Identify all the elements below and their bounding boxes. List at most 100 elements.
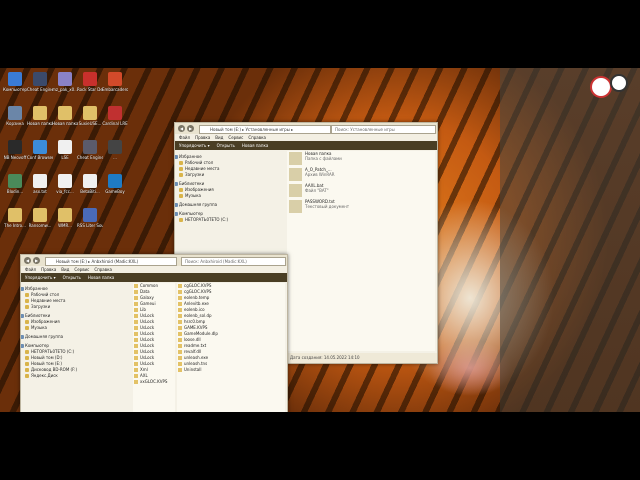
menu-file[interactable]: Файл [25,267,36,272]
explorer-window-game-folder[interactable]: ◀ ▶ Новый том (E:) ▸ Anbxhiroid (Madic:K… [20,254,288,412]
desktop-icon[interactable]: WMR... [52,208,78,228]
menu-edit[interactable]: Правка [41,267,56,272]
desktop-icon[interactable]: Новая папка [27,106,53,126]
desktop-icon-label: RSS Liter Soundtrack [77,223,103,228]
desktop-icon[interactable]: via_fcc... [52,174,78,194]
search-input[interactable]: Поиск: Установленные игры [331,125,436,134]
desktop-icon[interactable]: SuxieUSE... [77,106,103,126]
back-button[interactable]: ◀ [24,257,31,264]
desktop-icon[interactable]: Ransomw... [27,208,53,228]
file-list: Новая папка Папка с файлами A_O_Patch_... А… [287,151,435,351]
forward-button[interactable]: ▶ [187,125,194,132]
desktop-icon[interactable]: Cheat Engine [77,140,103,160]
desktop-icon[interactable]: ... [102,140,128,160]
menu-help[interactable]: Справка [248,135,266,140]
organize-button[interactable]: Упорядочить ▾ [179,143,210,148]
nav-item[interactable]: Загрузки [21,304,131,310]
address-bar[interactable]: Новый том (E:) ▸ Установленные игры ▸ [199,125,331,134]
desktop-icon[interactable]: Embarcadero Dev-C++ [102,72,128,92]
desktop-icon-image-icon [33,106,47,120]
file-item[interactable]: Uninstall [177,367,285,373]
desktop-icon-label: NB Neovoff [3,155,27,160]
desktop-icon[interactable]: NB Neovoff [2,140,28,160]
file-icon [289,184,302,197]
desktop-icon-label: asx.txt [33,189,47,194]
desktop-icon-label: via_fcc... [56,189,74,194]
search-input[interactable]: Поиск: Anbxhiroid (Madic:KXL) [181,257,286,266]
desktop-icon[interactable]: Компьютер [2,72,28,92]
nav-item[interactable]: Загрузки [175,172,285,178]
desktop-icon-image-icon [58,106,72,120]
desktop-icon-image-icon [8,174,22,188]
desktop-icon[interactable]: GameBoy [102,174,128,194]
desktop-icon-image-icon [58,72,72,86]
system-widget[interactable] [590,74,630,102]
file-icon [289,168,302,181]
back-button[interactable]: ◀ [178,125,185,132]
nav-item[interactable]: Домашняя группа [175,202,285,208]
open-button[interactable]: Открыть [63,275,81,280]
forward-button[interactable]: ▶ [33,257,40,264]
menu-view[interactable]: Вид [215,135,223,140]
menu-tools[interactable]: Сервис [228,135,243,140]
menu-edit[interactable]: Правка [195,135,210,140]
desktop-icon-label: The Intro... [4,223,26,228]
desktop-icon[interactable]: Blodin... [2,174,28,194]
nav-item[interactable]: НЕТОРАТЬ0ТЕТО (C:) [175,217,285,223]
desktop-icon-label: Embarcadero Dev-C++ [102,87,128,92]
desktop-icon[interactable]: Корзина [2,106,28,126]
desktop-wallpaper: КомпьютерCheat Engine.exemz_pak_x0...Roc… [0,68,640,412]
desktop-icon-label: LSE [61,155,69,160]
desktop-icon-image-icon [8,106,22,120]
menu-file[interactable]: Файл [179,135,190,140]
desktop-icon-image-icon [83,140,97,154]
nav-item[interactable]: Музыка [21,325,131,331]
desktop-icon[interactable]: LSE [52,140,78,160]
desktop-icon[interactable]: asx.txt [27,174,53,194]
file-item[interactable]: AAXL.bat Файл "BAT" [287,183,435,199]
desktop-icon-image-icon [33,174,47,188]
new-folder-button[interactable]: Новая папка [242,143,269,148]
file-list-column-1: Common Data Galaxy Gameui Lib UsLock UsLock UsL… [133,283,175,412]
desktop-icon-label: ... [113,155,117,160]
desktop-icon-image-icon [83,208,97,222]
desktop-icon[interactable]: Rock Star Dev-C++ [77,72,103,92]
nav-item[interactable]: Музыка [175,193,285,199]
file-item[interactable]: xxGLOC.KVPS [133,379,175,385]
new-folder-button[interactable]: Новая папка [88,275,115,280]
navigation-pane: Избранное Рабочий стол Недавние места Загру… [21,283,131,412]
command-bar: Упорядочить ▾ Открыть Новая папка [175,141,437,150]
desktop-icon-image-icon [8,72,22,86]
menu-bar: Файл Правка Вид Сервис Справка [175,134,437,141]
menu-view[interactable]: Вид [61,267,69,272]
menu-tools[interactable]: Сервис [74,267,89,272]
desktop-icon[interactable]: Новая папка (2) [52,106,78,126]
file-item[interactable]: A_O_Patch_... Архив WinRAR [287,167,435,183]
desktop-icon[interactable]: RSS Liter Soundtrack [77,208,103,228]
desktop-icon[interactable]: The Intro... [2,208,28,228]
desktop-icon-label: Ransomw... [28,223,52,228]
desktop-icon[interactable]: Conf Browser.lnk [27,140,53,160]
file-item[interactable]: Новая папка Папка с файлами [287,151,435,167]
file-item[interactable]: PASSWORD.txt Текстовый документ [287,199,435,215]
desktop-icon-label: Blodin... [6,189,24,194]
desktop-icon-label: SuxieUSE... [78,121,102,126]
open-button[interactable]: Открыть [217,143,235,148]
file-type: Архив WinRAR [305,172,335,177]
nav-item[interactable]: Домашняя группа [21,334,131,340]
desktop-icon[interactable]: Cardinal LRE [102,106,128,126]
nav-item[interactable]: Яндекс.Диск [21,373,131,379]
desktop-icon-image-icon [33,208,47,222]
window-titlebar[interactable]: ◀ ▶ Новый том (E:) ▸ Установленные игры … [175,123,437,134]
desktop-icon-label: Компьютер [3,87,27,92]
menu-help[interactable]: Справка [94,267,112,272]
desktop-icon[interactable]: BetaBiti... [77,174,103,194]
desktop-icon-label: WMR... [58,223,72,228]
organize-button[interactable]: Упорядочить ▾ [25,275,56,280]
address-bar[interactable]: Новый том (E:) ▸ Anbxhiroid (Madic:KXL) [45,257,177,266]
desktop-icon-image-icon [108,72,122,86]
window-titlebar[interactable]: ◀ ▶ Новый том (E:) ▸ Anbxhiroid (Madic:K… [21,255,287,266]
desktop-icon[interactable]: Cheat Engine.exe [27,72,53,92]
menu-bar: Файл Правка Вид Сервис Справка [21,266,287,273]
desktop-icon[interactable]: mz_pak_x0... [52,72,78,92]
